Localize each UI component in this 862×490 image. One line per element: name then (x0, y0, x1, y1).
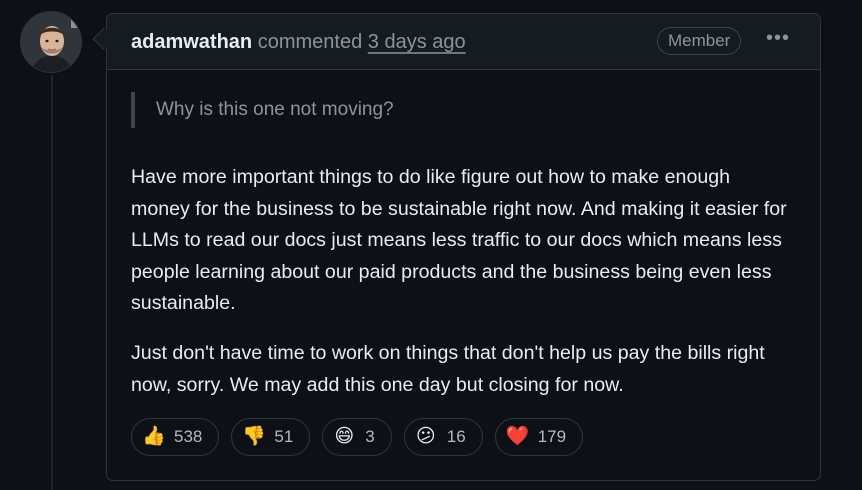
comment-action: commented (257, 31, 363, 53)
reaction-count: 16 (446, 427, 466, 446)
comment-box: adamwathan commented 3 days ago Member •… (106, 13, 821, 481)
timestamp-link[interactable]: 3 days ago (368, 31, 466, 53)
timeline-line (51, 75, 53, 490)
more-options-button[interactable]: ••• (761, 28, 795, 54)
reaction-laugh[interactable]: 😄 3 (322, 418, 392, 456)
member-badge: Member (657, 27, 742, 55)
reaction-count: 51 (274, 427, 294, 446)
thumbs-up-icon: 👍 (142, 426, 166, 447)
comment-paragraph: Just don't have time to work on things t… (131, 341, 765, 396)
reaction-count: 538 (174, 427, 203, 446)
reaction-thumbs-up[interactable]: 👍 538 (131, 418, 220, 456)
comment-header: adamwathan commented 3 days ago Member •… (107, 14, 820, 70)
reaction-thumbs-down[interactable]: 👎 51 (231, 418, 311, 456)
thumbs-down-icon: 👎 (242, 426, 267, 447)
avatar[interactable] (20, 11, 82, 73)
reaction-confused[interactable]: 😕 16 (403, 418, 483, 456)
reactions-bar: 👍 538 👎 51 😄 3 😕 16 ❤️ 179 (131, 418, 584, 456)
comment-body: Why is this one not moving? Have more im… (131, 92, 791, 401)
laugh-icon: 😄 (334, 426, 355, 447)
avatar-image (21, 12, 81, 72)
reaction-count: 179 (537, 427, 567, 446)
reaction-heart[interactable]: ❤️ 179 (494, 418, 584, 456)
author-link[interactable]: adamwathan (131, 31, 252, 53)
comment-header-text: adamwathan commented 3 days ago (131, 30, 466, 54)
quoted-text: Why is this one not moving? (131, 92, 791, 128)
heart-icon: ❤️ (505, 426, 530, 447)
reaction-count: 3 (365, 427, 375, 446)
confused-icon: 😕 (415, 426, 436, 447)
comment-paragraph: Have more important things to do like fi… (131, 166, 787, 315)
